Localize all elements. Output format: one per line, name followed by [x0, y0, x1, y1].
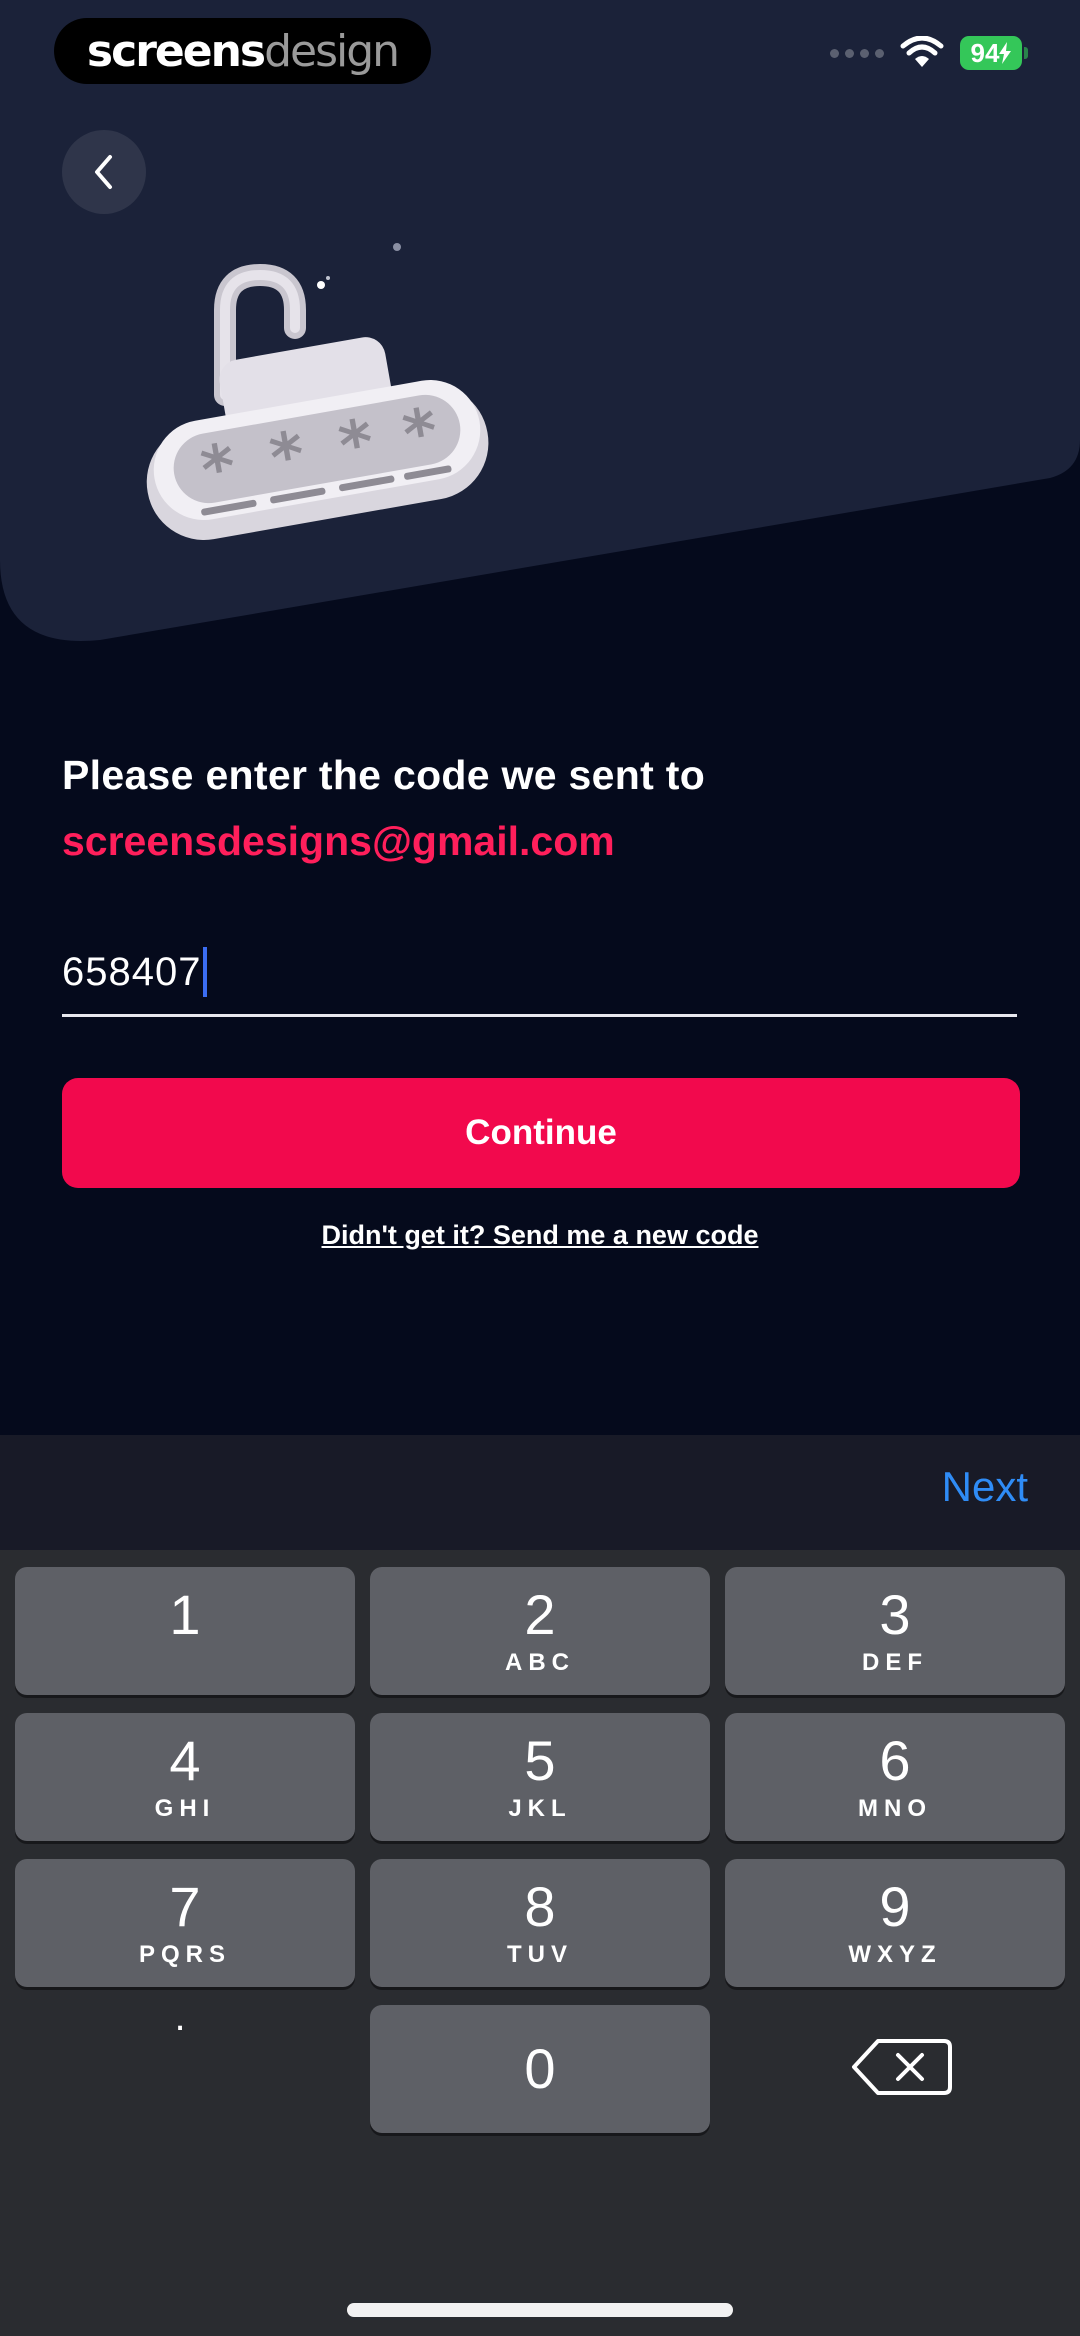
key-digit: 8 — [524, 1875, 556, 1938]
padlock-password-icon: * * * * — [146, 243, 489, 540]
watermark-part1: screens — [86, 25, 266, 77]
key-3[interactable]: 3 DEF — [725, 1567, 1065, 1695]
key-7[interactable]: 7 PQRS — [15, 1859, 355, 1987]
key-4[interactable]: 4 GHI — [15, 1713, 355, 1841]
code-value: 658407 — [62, 949, 202, 994]
dot-key[interactable]: . — [130, 1995, 230, 2095]
key-letters: MNO — [858, 1795, 932, 1822]
key-letters: WXYZ — [848, 1941, 942, 1968]
continue-button[interactable]: Continue — [62, 1078, 1020, 1188]
wifi-icon — [900, 36, 944, 67]
key-digit: 6 — [879, 1729, 911, 1792]
key-digit: 7 — [169, 1875, 201, 1938]
key-digit: 5 — [524, 1729, 556, 1792]
text-caret — [203, 947, 208, 997]
key-digit: 3 — [879, 1583, 911, 1646]
key-letters: GHI — [154, 1795, 216, 1822]
key-digit: 1 — [169, 1583, 201, 1646]
code-prompt-heading: Please enter the code we sent to — [62, 752, 706, 798]
recipient-email: screensdesigns@gmail.com — [62, 818, 615, 864]
cellular-signal-icon — [830, 48, 884, 58]
key-letters: TUV — [507, 1941, 573, 1968]
key-digit: 4 — [169, 1729, 201, 1792]
otp-verification-screen: screens design 94 * * * * Please enter t… — [0, 0, 1080, 2336]
backspace-icon[interactable] — [850, 2035, 954, 2099]
keyboard-toolbar: Next — [0, 1435, 1080, 1550]
key-digit: 9 — [879, 1875, 911, 1938]
back-button[interactable] — [62, 130, 146, 214]
verification-code-input[interactable]: 658407 — [62, 930, 1017, 1017]
key-digit: 0 — [524, 2037, 556, 2100]
key-letters: JKL — [508, 1795, 572, 1822]
key-letters: ABC — [505, 1649, 575, 1676]
battery-indicator: 94 — [960, 36, 1028, 70]
status-bar: 94 — [830, 36, 1028, 70]
key-1[interactable]: 1 — [15, 1567, 355, 1695]
key-letters: PQRS — [138, 1941, 231, 1968]
battery-level: 94 — [970, 37, 1000, 68]
key-5[interactable]: 5 JKL — [370, 1713, 710, 1841]
key-digit: 2 — [524, 1583, 556, 1646]
charging-bolt-icon — [999, 42, 1012, 64]
watermark-part2: design — [264, 25, 400, 77]
key-0[interactable]: 0 — [370, 2005, 710, 2133]
key-8[interactable]: 8 TUV — [370, 1859, 710, 1987]
key-6[interactable]: 6 MNO — [725, 1713, 1065, 1841]
chevron-left-icon — [95, 155, 112, 189]
key-9[interactable]: 9 WXYZ — [725, 1859, 1065, 1987]
screensdesign-watermark: screens design — [54, 18, 431, 84]
resend-code-link[interactable]: Didn't get it? Send me a new code — [0, 1220, 1080, 1251]
key-letters: DEF — [862, 1649, 928, 1676]
key-2[interactable]: 2 ABC — [370, 1567, 710, 1695]
home-indicator[interactable] — [347, 2303, 733, 2317]
next-button[interactable]: Next — [942, 1463, 1028, 1511]
